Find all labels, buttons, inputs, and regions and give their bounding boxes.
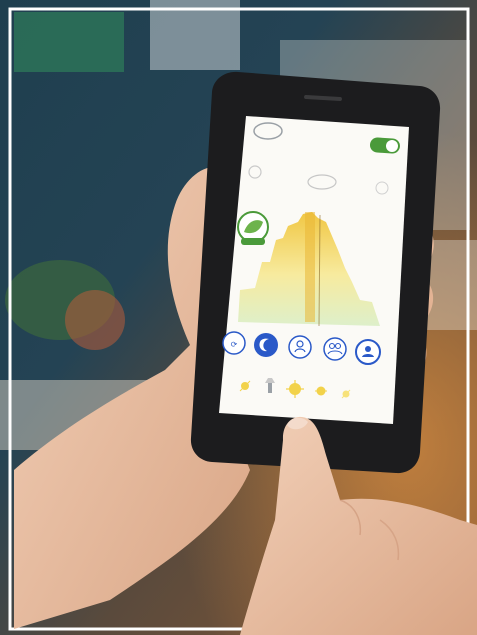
power-toggle[interactable]: [369, 137, 401, 154]
mode-button-auto[interactable]: ⟳: [222, 331, 246, 355]
mode-button-moon[interactable]: [254, 333, 278, 357]
leaf-badge-icon: [237, 211, 269, 245]
mode-button-person[interactable]: [288, 335, 312, 359]
mode-button-people[interactable]: [323, 337, 347, 361]
person-circle-icon: [365, 346, 371, 352]
photo-scene: ⟳: [0, 0, 477, 635]
auto-icon: ⟳: [231, 340, 238, 349]
mode-button-person-circle[interactable]: [355, 339, 381, 365]
